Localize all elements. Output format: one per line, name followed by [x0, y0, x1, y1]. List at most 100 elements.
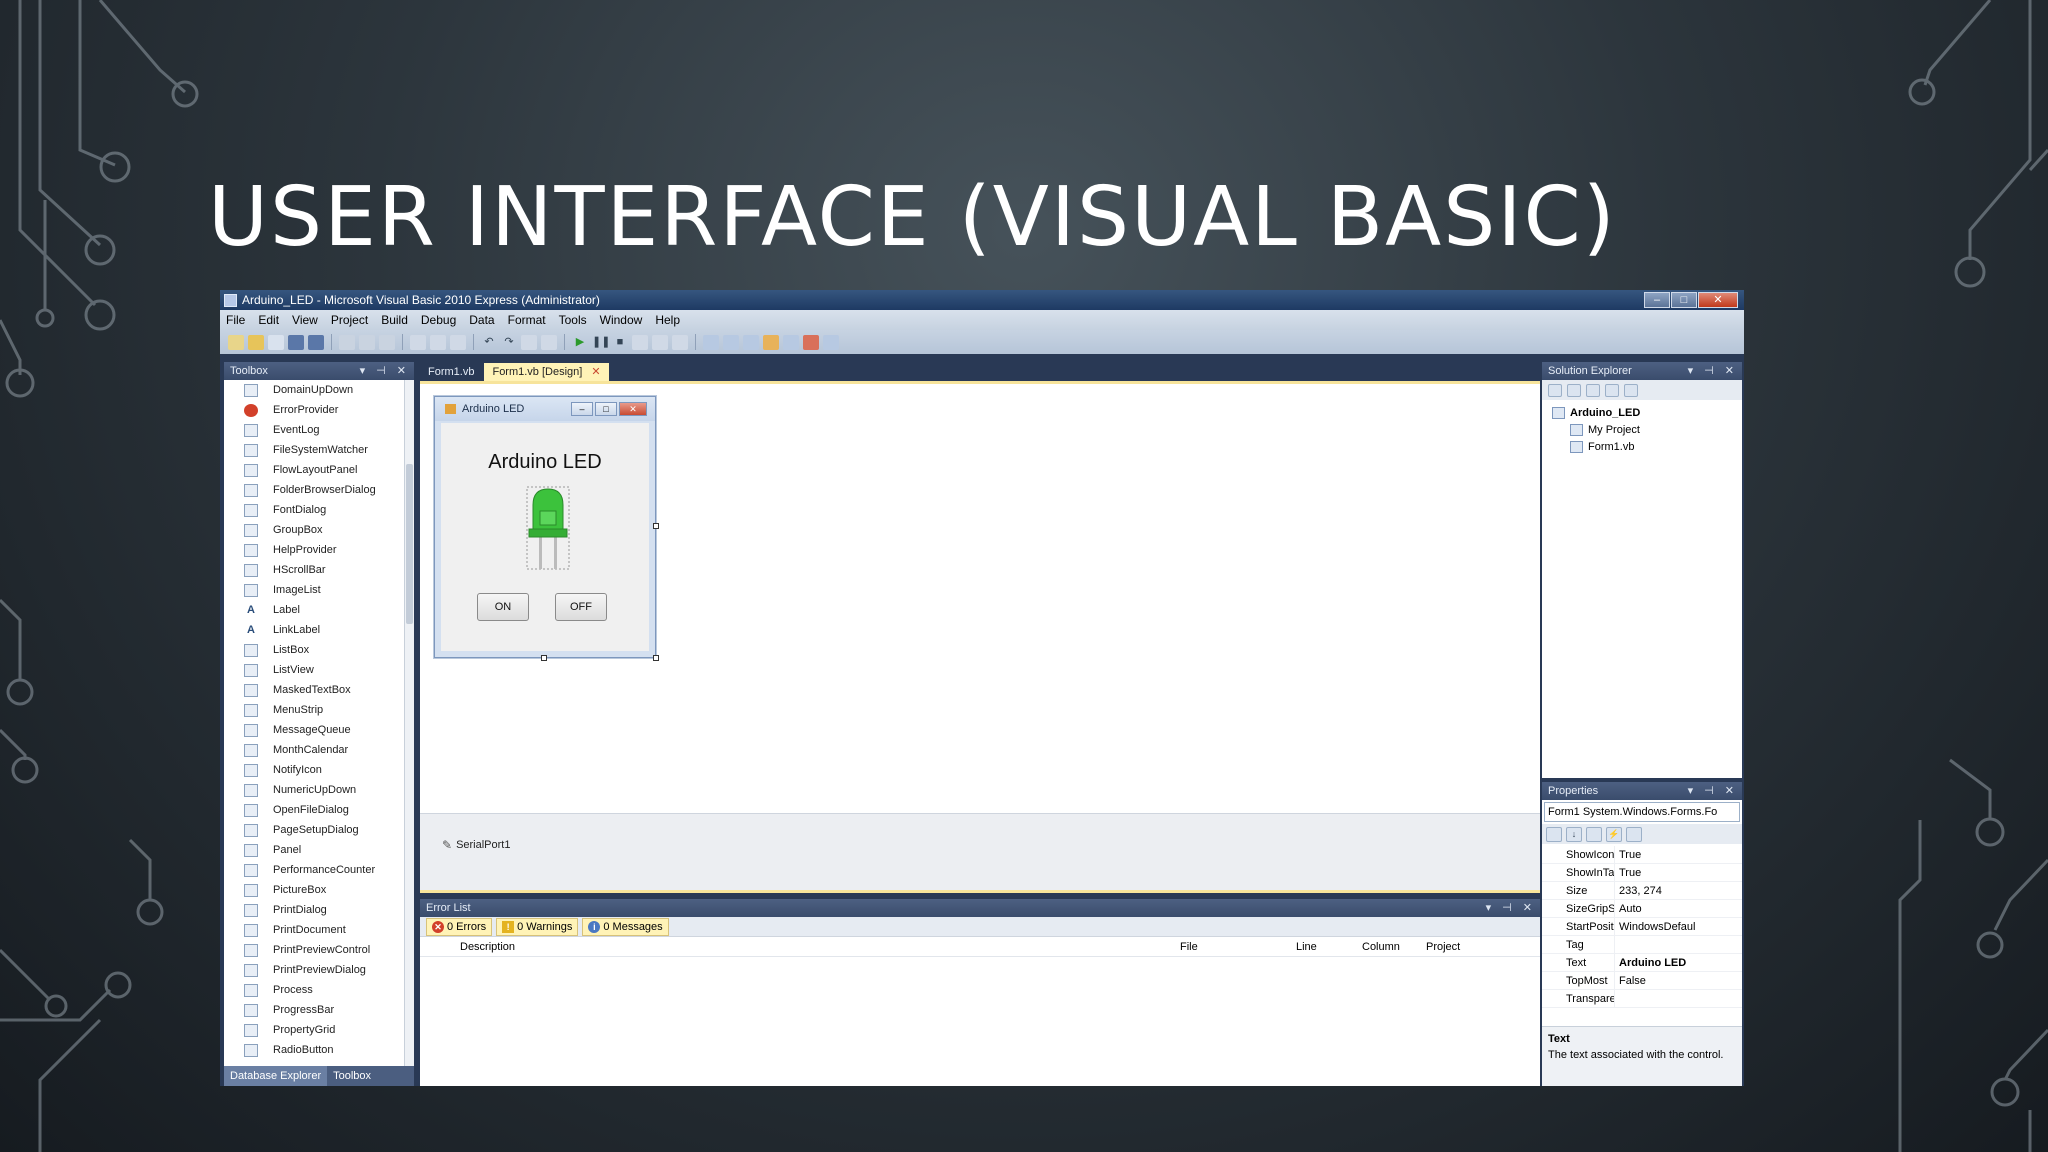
menu-view[interactable]: View — [292, 313, 318, 327]
step-into-icon[interactable] — [632, 334, 648, 350]
toolbox-item-propertygrid[interactable]: PropertyGrid — [224, 1020, 412, 1040]
events-icon[interactable]: ⚡ — [1606, 826, 1622, 842]
toolbox-item-monthcalendar[interactable]: MonthCalendar — [224, 740, 412, 760]
window-titlebar[interactable]: Arduino_LED - Microsoft Visual Basic 201… — [220, 290, 1744, 310]
toolbox-item-hscrollbar[interactable]: HScrollBar — [224, 560, 412, 580]
property-value[interactable] — [1614, 935, 1742, 954]
serialport-component[interactable]: ✎ SerialPort1 — [442, 838, 510, 852]
close-tab-icon[interactable]: ✕ — [591, 366, 600, 378]
property-value[interactable]: Arduino LED — [1614, 953, 1742, 972]
open-folder-icon[interactable] — [248, 334, 264, 350]
panel-pin-close-icons[interactable]: ▾ ⊣ ✕ — [360, 364, 410, 377]
copy-icon[interactable] — [359, 334, 375, 350]
tab-form1-code[interactable]: Form1.vb — [420, 363, 482, 381]
toolbox-item-menustrip[interactable]: MenuStrip — [224, 700, 412, 720]
col-line[interactable]: Line — [1296, 941, 1317, 953]
toolbox-item-maskedtextbox[interactable]: MaskedTextBox — [224, 680, 412, 700]
properties-window-icon[interactable] — [723, 334, 739, 350]
toolbox-item-linklabel[interactable]: A LinkLabel — [224, 620, 412, 640]
form-heading-label[interactable]: Arduino LED — [441, 451, 649, 474]
toolbox-item-domainupdown[interactable]: DomainUpDown — [224, 380, 412, 400]
toolbox-item-numericupdown[interactable]: NumericUpDown — [224, 780, 412, 800]
resize-handle-bottom[interactable] — [541, 655, 547, 661]
toolbox-item-openfiledialog[interactable]: OpenFileDialog — [224, 800, 412, 820]
property-value[interactable]: 233, 274 — [1614, 881, 1742, 900]
toolbox-item-notifyicon[interactable]: NotifyIcon — [224, 760, 412, 780]
property-value[interactable]: Auto — [1614, 899, 1742, 918]
save-icon[interactable] — [288, 334, 304, 350]
property-value[interactable] — [1614, 989, 1742, 1008]
toolbox-item-pagesetupdialog[interactable]: PageSetupDialog — [224, 820, 412, 840]
col-project[interactable]: Project — [1426, 941, 1460, 953]
toolbox-icon[interactable] — [763, 334, 779, 350]
tab-toolbox[interactable]: Toolbox — [327, 1066, 377, 1086]
menu-build[interactable]: Build — [381, 313, 408, 327]
toolbox-item-folderbrowserdialog[interactable]: FolderBrowserDialog — [224, 480, 412, 500]
toolbox-item-printpreviewcontrol[interactable]: PrintPreviewControl — [224, 940, 412, 960]
toolbox-item-progressbar[interactable]: ProgressBar — [224, 1000, 412, 1020]
properties-view-icon[interactable] — [1586, 826, 1602, 842]
property-value[interactable]: WindowsDefaul — [1614, 917, 1742, 936]
close-button[interactable]: ✕ — [1698, 292, 1738, 308]
pause-icon[interactable]: ❚❚ — [592, 335, 610, 350]
start-page-icon[interactable] — [803, 334, 819, 350]
panel-pin-close-icons[interactable]: ▾ ⊣ ✕ — [1688, 784, 1738, 797]
menu-data[interactable]: Data — [469, 313, 494, 327]
paste-icon[interactable] — [379, 334, 395, 350]
toolbox-item-errorprovider[interactable]: ErrorProvider — [224, 400, 412, 420]
messages-filter-button[interactable]: i 0 Messages — [582, 917, 669, 936]
tree-project-node[interactable]: Arduino_LED — [1552, 404, 1742, 421]
panel-pin-close-icons[interactable]: ▾ ⊣ ✕ — [1486, 901, 1536, 914]
property-row-transparency[interactable]: Transparency — [1542, 989, 1742, 1008]
col-file[interactable]: File — [1180, 941, 1198, 953]
toolbox-item-picturebox[interactable]: PictureBox — [224, 880, 412, 900]
object-browser-icon[interactable] — [743, 334, 759, 350]
step-out-icon[interactable] — [672, 334, 688, 350]
tab-database-explorer[interactable]: Database Explorer — [224, 1066, 328, 1086]
property-row-startposition[interactable]: StartPositionWindowsDefaul — [1542, 917, 1742, 936]
refresh-icon[interactable] — [1586, 383, 1600, 397]
navigate-back-icon[interactable] — [521, 334, 537, 350]
solution-explorer-icon[interactable] — [703, 334, 719, 350]
add-item-icon[interactable] — [268, 334, 284, 350]
property-pages-icon[interactable] — [1626, 826, 1642, 842]
toolbox-item-filesystemwatcher[interactable]: FileSystemWatcher — [224, 440, 412, 460]
toolbox-item-printpreviewdialog[interactable]: PrintPreviewDialog — [224, 960, 412, 980]
property-row-tag[interactable]: Tag — [1542, 935, 1742, 954]
object-selector[interactable]: Form1 System.Windows.Forms.Fo — [1544, 802, 1740, 822]
panel-pin-close-icons[interactable]: ▾ ⊣ ✕ — [1688, 364, 1738, 377]
property-row-showintaskb[interactable]: ShowInTaskbTrue — [1542, 863, 1742, 882]
menu-edit[interactable]: Edit — [258, 313, 279, 327]
toolbox-item-panel[interactable]: Panel — [224, 840, 412, 860]
tree-item-form1[interactable]: Form1.vb — [1552, 438, 1742, 455]
form-designer-window[interactable]: Arduino LED – □ ✕ Arduino LED ON OFF — [434, 396, 659, 661]
toolbox-item-process[interactable]: Process — [224, 980, 412, 1000]
redo-icon[interactable]: ↷ — [501, 335, 517, 350]
comment-icon[interactable] — [430, 334, 446, 350]
uncomment-icon[interactable] — [450, 334, 466, 350]
led-picture-icon[interactable] — [525, 485, 571, 571]
toolbox-item-eventlog[interactable]: EventLog — [224, 420, 412, 440]
on-button[interactable]: ON — [477, 593, 529, 621]
stop-icon[interactable]: ■ — [612, 335, 628, 350]
toolbox-item-helpprovider[interactable]: HelpProvider — [224, 540, 412, 560]
menu-debug[interactable]: Debug — [421, 313, 456, 327]
toolbox-item-flowlayoutpanel[interactable]: FlowLayoutPanel — [224, 460, 412, 480]
navigate-forward-icon[interactable] — [541, 334, 557, 350]
start-debugging-icon[interactable]: ▶ — [572, 335, 588, 350]
property-value[interactable]: False — [1614, 971, 1742, 990]
toolbox-item-label[interactable]: A Label — [224, 600, 412, 620]
toolbox-item-imagelist[interactable]: ImageList — [224, 580, 412, 600]
menu-window[interactable]: Window — [600, 313, 643, 327]
warnings-filter-button[interactable]: ! 0 Warnings — [496, 917, 579, 936]
resize-handle-right[interactable] — [653, 523, 659, 529]
save-all-icon[interactable] — [308, 334, 324, 350]
toolbox-item-messagequeue[interactable]: MessageQueue — [224, 720, 412, 740]
col-column[interactable]: Column — [1362, 941, 1400, 953]
off-button[interactable]: OFF — [555, 593, 607, 621]
toolbox-item-listbox[interactable]: ListBox — [224, 640, 412, 660]
menu-file[interactable]: File — [226, 313, 245, 327]
menu-tools[interactable]: Tools — [559, 313, 587, 327]
property-row-topmost[interactable]: TopMost False — [1542, 971, 1742, 990]
toolbox-item-fontdialog[interactable]: FontDialog — [224, 500, 412, 520]
